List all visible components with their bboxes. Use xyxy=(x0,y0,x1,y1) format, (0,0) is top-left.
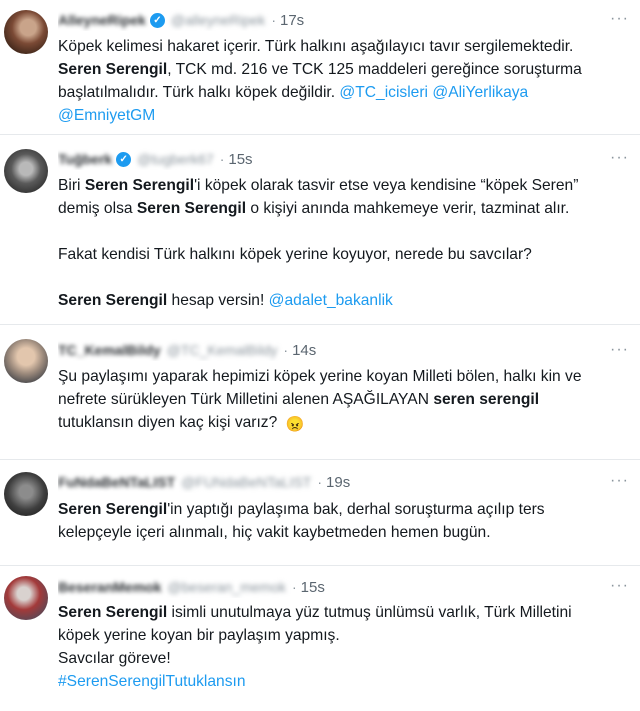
verified-badge-icon: ✓ xyxy=(116,151,132,167)
tweet-line: Savcılar göreve! xyxy=(58,647,630,670)
more-options-icon[interactable]: ··· xyxy=(610,342,628,358)
avatar[interactable] xyxy=(4,149,48,193)
tweet-header: BeseranMemok @beseran_memok · 15s xyxy=(58,576,600,598)
tweet-line: başlatılmalıdır. Türk halkı köpek değild… xyxy=(58,81,630,104)
separator-dot: · xyxy=(271,12,276,28)
text-segment: kelepçeyle içeri alınmalı, hiç vakit kay… xyxy=(58,524,491,541)
tweet[interactable]: Tuğberk ✓ @tugberk67 · 15s ··· Biri Sere… xyxy=(0,135,640,325)
tweet-line: Seren Serengil, TCK md. 216 ve TCK 125 m… xyxy=(58,58,630,81)
tweet-text: Köpek kelimesi hakaret içerir. Türk halk… xyxy=(58,35,630,127)
tweet-line: kelepçeyle içeri alınmalı, hiç vakit kay… xyxy=(58,521,630,544)
text-segment: Köpek kelimesi hakaret içerir. Türk halk… xyxy=(58,38,574,55)
display-name[interactable]: TC_KemalBildy xyxy=(58,342,161,358)
user-handle[interactable]: @alleyneRipek xyxy=(171,12,265,28)
text-segment: o kişiyi anında mahkemeye verir, tazmina… xyxy=(246,200,570,217)
tweet-line: Seren Serengil hesap versin! @adalet_bak… xyxy=(58,289,630,312)
bold-text: Seren Serengil xyxy=(58,501,168,518)
separator-dot: · xyxy=(283,342,289,358)
tweet[interactable]: AlleyneRipek ✓ @alleyneRipek · 17s ··· K… xyxy=(0,0,640,135)
more-options-icon[interactable]: ··· xyxy=(610,473,628,489)
bold-text: Seren Serengil xyxy=(84,177,195,194)
user-handle[interactable]: @FUNdaBeNTaLIST xyxy=(181,474,311,490)
text-segment: Şu paylaşımı yaparak hepimizi köpek yeri… xyxy=(58,368,582,385)
more-options-icon[interactable]: ··· xyxy=(610,150,628,166)
timestamp[interactable]: 19s xyxy=(326,474,350,491)
mention-link[interactable]: @AliYerlikaya xyxy=(432,84,528,101)
text-segment: , TCK md. 216 ve TCK 125 maddeleri gereğ… xyxy=(167,61,582,78)
more-options-icon[interactable]: ··· xyxy=(610,11,628,27)
tweet-line: Şu paylaşımı yaparak hepimizi köpek yeri… xyxy=(58,365,630,388)
tweet-line: Biri Seren Serengil'i köpek olarak tasvi… xyxy=(58,174,630,197)
tweet[interactable]: FuNdaBeNTaLIST @FUNdaBeNTaLIST · 19s ···… xyxy=(0,460,640,566)
bold-text: seren serengil xyxy=(433,391,540,408)
bold-text: Seren Serengil xyxy=(136,200,247,217)
text-segment: nefrete sürükleyen Türk Milletini alenen… xyxy=(58,391,434,408)
tweet-header: AlleyneRipek ✓ @alleyneRipek · 17s xyxy=(58,9,600,31)
tweet-header: Tuğberk ✓ @tugberk67 · 15s xyxy=(58,148,600,170)
avatar[interactable] xyxy=(4,472,48,516)
timestamp[interactable]: 17s xyxy=(280,12,304,29)
separator-dot: · xyxy=(219,151,225,167)
bold-text: Seren Serengil xyxy=(58,292,168,309)
text-segment: demiş olsa xyxy=(58,200,137,217)
user-handle[interactable]: @tugberk67 xyxy=(137,151,213,167)
more-options-icon[interactable]: ··· xyxy=(610,578,628,594)
display-name[interactable]: AlleyneRipek xyxy=(58,12,146,28)
tweet-line: Seren Serengil isimli unutulmaya yüz tut… xyxy=(58,601,630,624)
display-name[interactable]: BeseranMemok xyxy=(58,579,162,595)
timestamp[interactable]: 15s xyxy=(228,151,252,168)
display-name[interactable]: Tuğberk xyxy=(58,151,112,167)
avatar[interactable] xyxy=(4,339,48,383)
tweet-line: köpek yerine koyan bir paylaşım yapmış. xyxy=(58,624,630,647)
mention-link[interactable]: @EmniyetGM xyxy=(58,107,155,124)
timestamp[interactable]: 15s xyxy=(301,579,325,596)
tweet-text: Biri Seren Serengil'i köpek olarak tasvi… xyxy=(58,174,630,312)
tweet-feed: AlleyneRipek ✓ @alleyneRipek · 17s ··· K… xyxy=(0,0,640,711)
text-segment: başlatılmalıdır. Türk halkı köpek değild… xyxy=(58,84,340,101)
tweet-text: Seren Serengil isimli unutulmaya yüz tut… xyxy=(58,601,630,693)
avatar[interactable] xyxy=(4,10,48,54)
tweet-text: Şu paylaşımı yaparak hepimizi köpek yeri… xyxy=(58,365,630,434)
angry-face-emoji-icon: 😠 xyxy=(285,416,305,433)
tweet-line: Köpek kelimesi hakaret içerir. Türk halk… xyxy=(58,35,630,58)
display-name[interactable]: FuNdaBeNTaLIST xyxy=(58,474,175,490)
verified-badge-icon: ✓ xyxy=(149,12,165,28)
tweet-header: TC_KemalBildy @TC_KemalBildy · 14s xyxy=(58,339,600,361)
tweet-line: Fakat kendisi Türk halkını köpek yerine … xyxy=(58,243,630,266)
tweet-line: nefrete sürükleyen Türk Milletini alenen… xyxy=(58,388,630,411)
tweet-text: Seren Serengil'in yaptığı paylaşıma bak,… xyxy=(58,498,630,544)
text-segment: isimli unutulmaya yüz tutmuş ünlümsü var… xyxy=(167,604,572,621)
bold-text: Seren Serengil xyxy=(58,61,168,78)
text-segment: hesap versin! xyxy=(167,292,269,309)
bold-text: Seren Serengil xyxy=(58,604,168,621)
separator-dot: · xyxy=(317,474,323,490)
tweet[interactable]: BeseranMemok @beseran_memok · 15s ··· Se… xyxy=(0,566,640,711)
mention-link[interactable]: @TC_icisleri xyxy=(339,84,428,101)
avatar[interactable] xyxy=(4,576,48,620)
text-segment: 'i köpek olarak tasvir etse veya kendisi… xyxy=(194,177,579,194)
text-segment: Fakat kendisi Türk halkını köpek yerine … xyxy=(58,246,532,263)
mention-link[interactable]: @adalet_bakanlik xyxy=(269,292,393,309)
tweet-line: demiş olsa Seren Serengil o kişiyi anınd… xyxy=(58,197,630,220)
hashtag-link[interactable]: #SerenSerengilTutuklansın xyxy=(58,673,246,690)
tweet-line: @EmniyetGM xyxy=(58,104,630,127)
tweet-line: Seren Serengil'in yaptığı paylaşıma bak,… xyxy=(58,498,630,521)
tweet-header: FuNdaBeNTaLIST @FUNdaBeNTaLIST · 19s xyxy=(58,471,600,493)
user-handle[interactable]: @beseran_memok xyxy=(168,579,287,595)
tweet-line: tutuklansın diyen kaç kişi varız? 😠 xyxy=(58,411,630,434)
tweet[interactable]: TC_KemalBildy @TC_KemalBildy · 14s ··· Ş… xyxy=(0,325,640,460)
text-segment: 'in yaptığı paylaşıma bak, derhal soruşt… xyxy=(167,501,545,518)
timestamp[interactable]: 14s xyxy=(292,342,316,359)
text-segment: Biri xyxy=(58,177,85,194)
text-segment: köpek yerine koyan bir paylaşım yapmış. xyxy=(58,627,340,644)
text-segment: Savcılar göreve! xyxy=(58,650,171,667)
separator-dot: · xyxy=(292,579,297,595)
tweet-line: #SerenSerengilTutuklansın xyxy=(58,670,630,693)
text-segment: tutuklansın diyen kaç kişi varız? xyxy=(58,414,282,431)
user-handle[interactable]: @TC_KemalBildy xyxy=(167,342,278,358)
